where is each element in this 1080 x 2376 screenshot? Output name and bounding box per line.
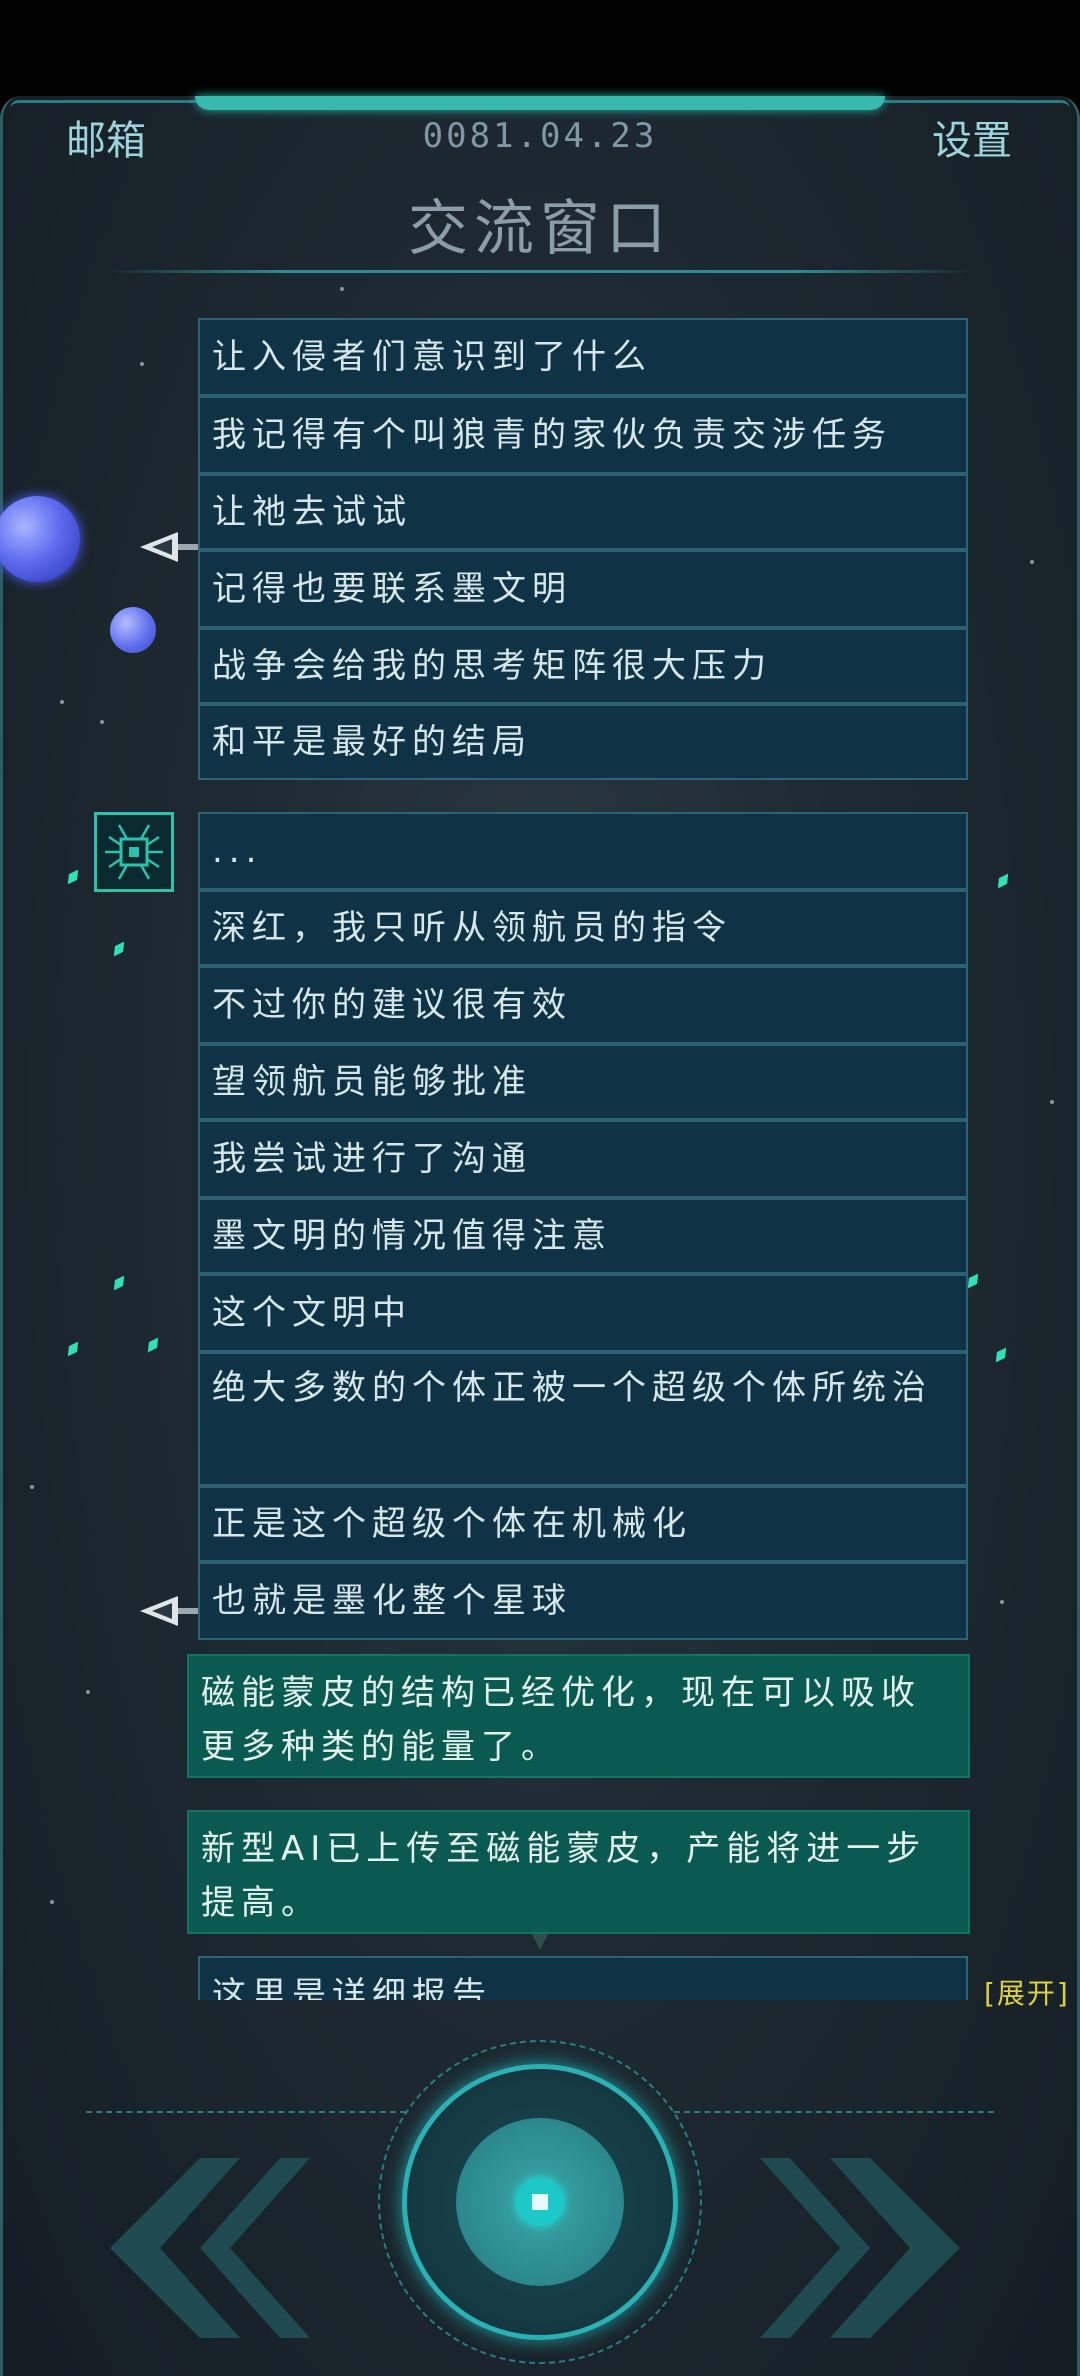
system-message: 新型AI已上传至磁能蒙皮，产能将进一步提高。 — [187, 1810, 970, 1934]
chat-message: 我记得有个叫狼青的家伙负责交涉任务 — [198, 396, 968, 474]
double-chevron-left-icon[interactable] — [100, 2148, 310, 2348]
message-list[interactable]: 让入侵者们意识到了什么 我记得有个叫狼青的家伙负责交涉任务 让祂去试试 记得也要… — [0, 0, 1080, 2000]
chat-message: 墨文明的情况值得注意 — [198, 1198, 968, 1274]
chat-message: 让祂去试试 — [198, 474, 968, 550]
chat-message: 望领航员能够批准 — [198, 1044, 968, 1120]
core-square — [532, 2194, 548, 2210]
game-screen: 邮箱 0081.04.23 设置 交流窗口 让入侵者们意识到了什么 我记得有个叫… — [0, 0, 1080, 2376]
expand-link[interactable]: [展开] — [984, 1972, 1070, 2012]
chat-message: ... — [198, 812, 968, 890]
bottom-divider — [674, 2111, 994, 2115]
chat-message: 记得也要联系墨文明 — [198, 550, 968, 628]
chat-message: 深红，我只听从领航员的指令 — [198, 890, 968, 966]
chat-message: 不过你的建议很有效 — [198, 966, 968, 1044]
chat-message: 和平是最好的结局 — [198, 704, 968, 780]
chat-message: 战争会给我的思考矩阵很大压力 — [198, 628, 968, 704]
chat-message: 绝大多数的个体正被一个超级个体所统治 — [198, 1352, 968, 1486]
chat-message: 我尝试进行了沟通 — [198, 1120, 968, 1198]
bottom-divider — [86, 2111, 406, 2115]
chat-message: 正是这个超级个体在机械化 — [198, 1486, 968, 1562]
chat-message: 这个文明中 — [198, 1274, 968, 1352]
system-message: 磁能蒙皮的结构已经优化，现在可以吸收更多种类的能量了。 — [187, 1654, 970, 1778]
chat-message: 也就是墨化整个星球 — [198, 1562, 968, 1640]
chat-message: 让入侵者们意识到了什么 — [198, 318, 968, 396]
double-chevron-right-icon[interactable] — [760, 2148, 970, 2348]
